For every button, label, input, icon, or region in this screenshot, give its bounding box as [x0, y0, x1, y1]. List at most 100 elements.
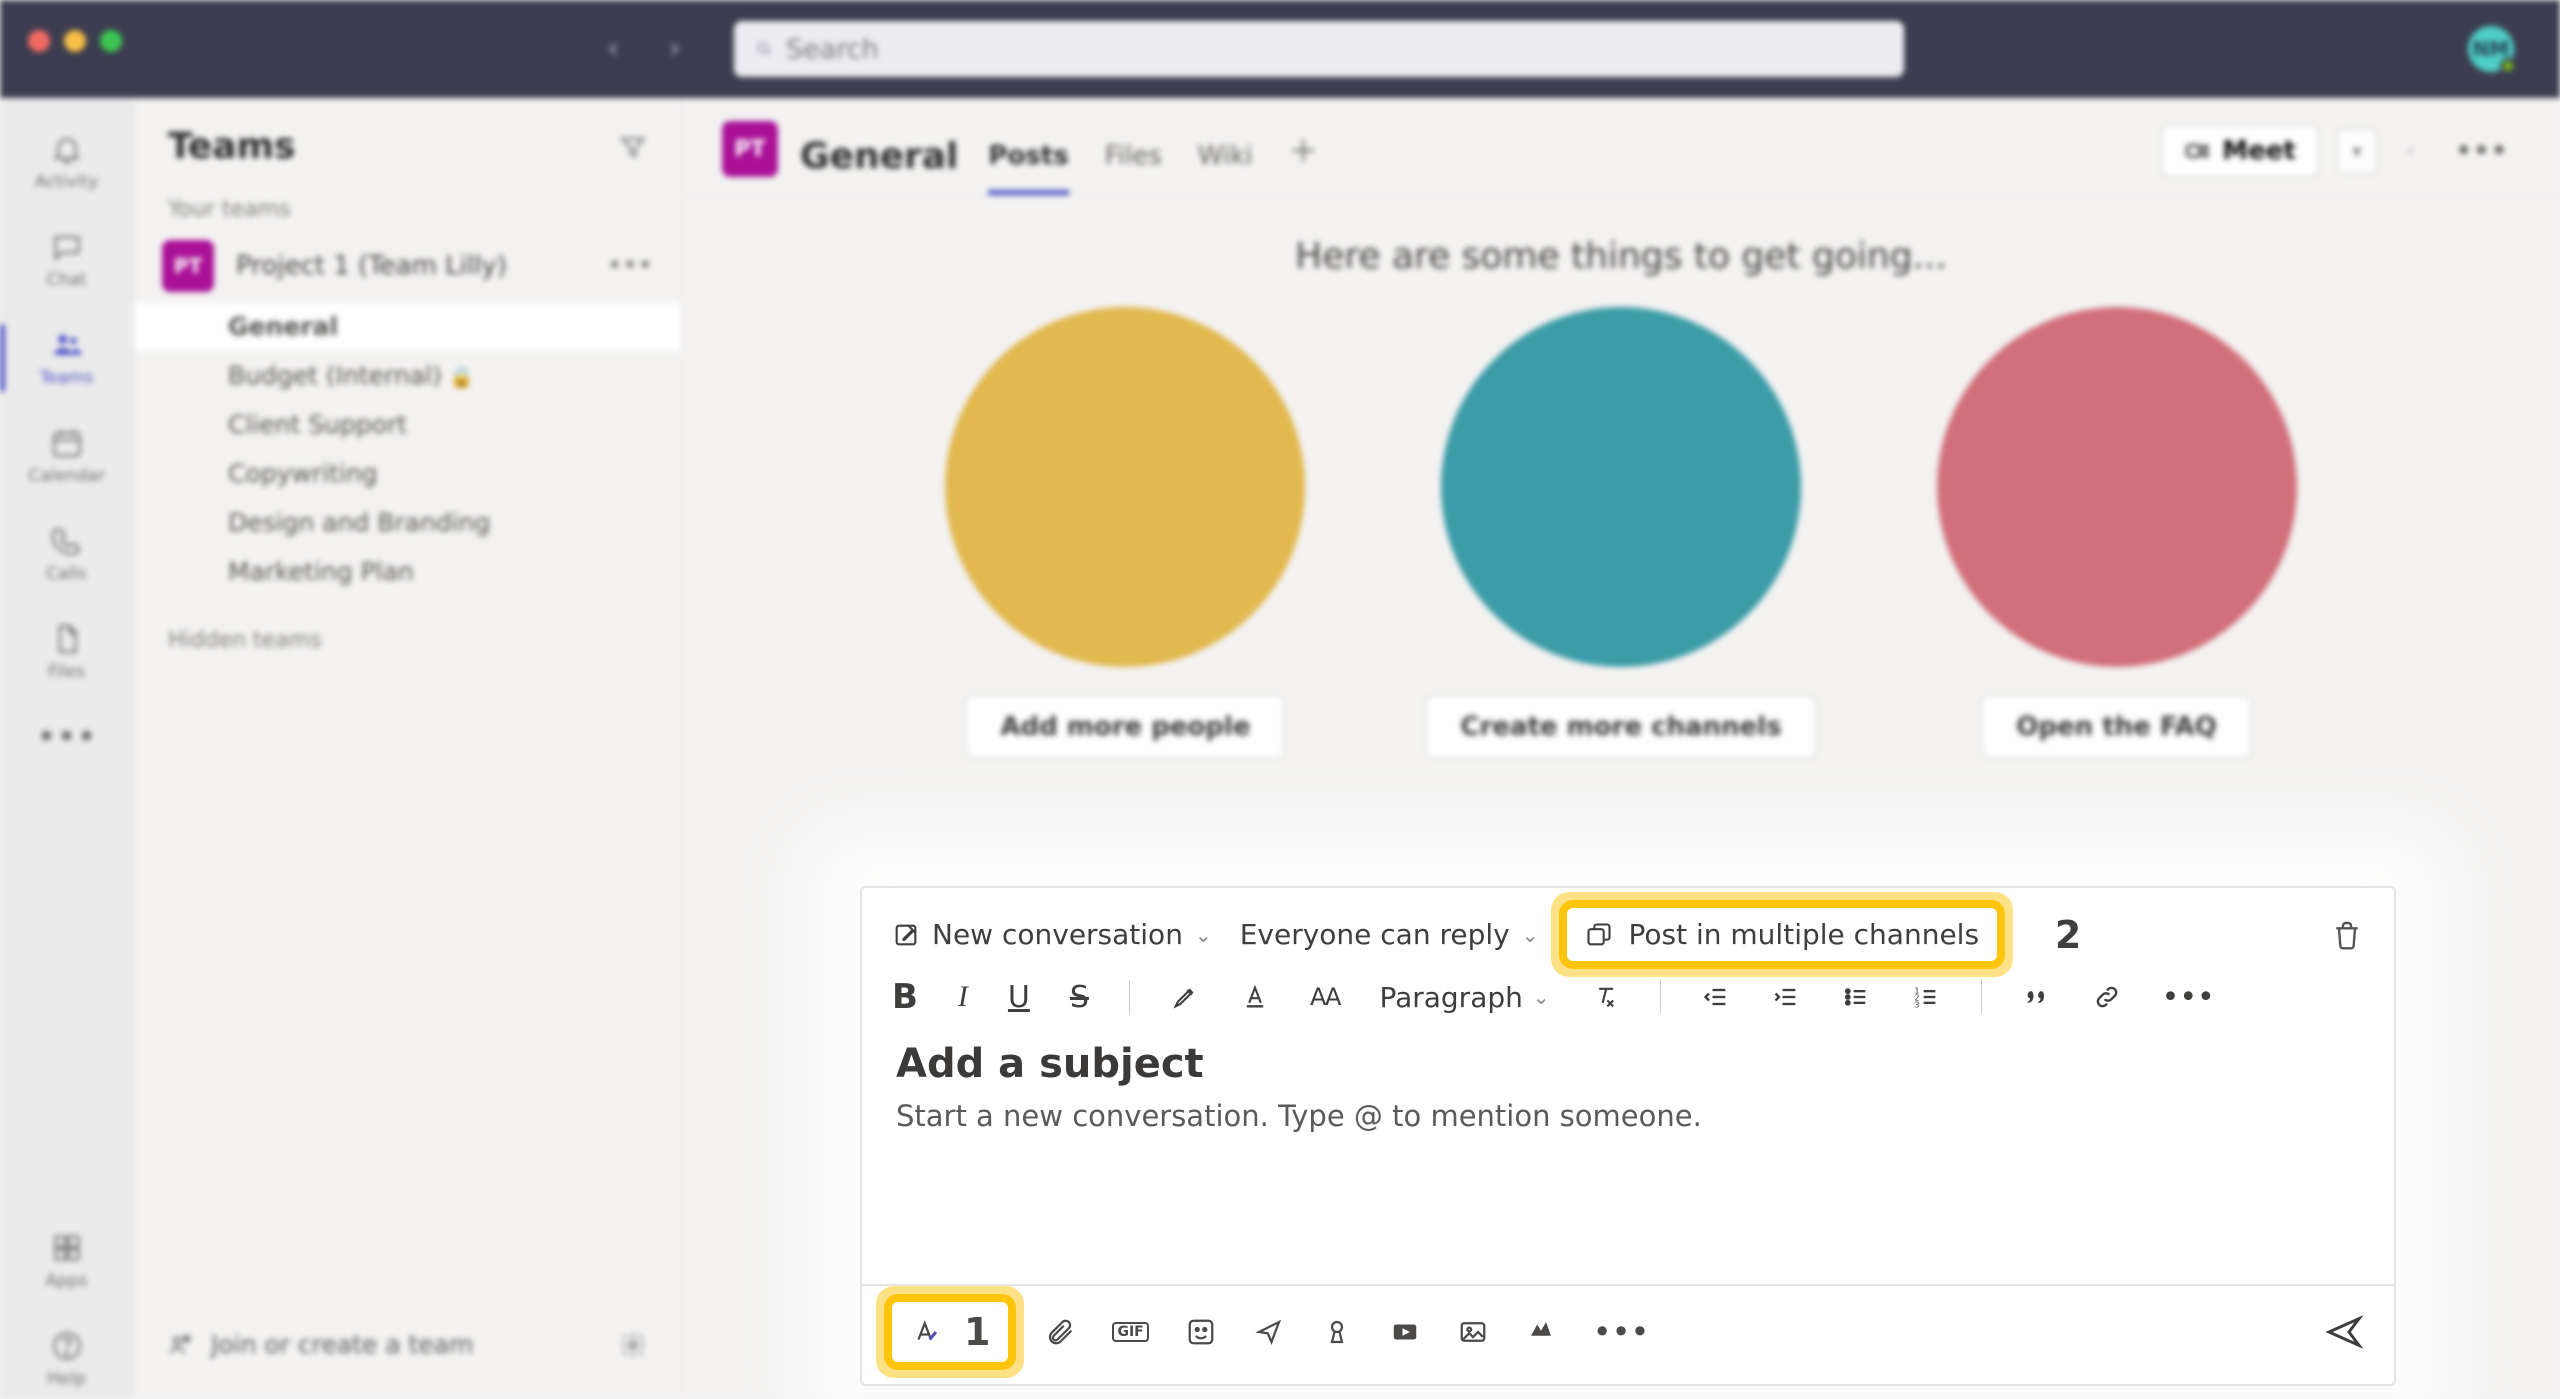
numbered-list-icon[interactable]: 123 [1911, 982, 1941, 1012]
quote-icon[interactable] [2022, 982, 2052, 1012]
reply-permissions-dropdown[interactable]: Everyone can reply ⌄ [1240, 918, 1539, 951]
create-channels-button[interactable]: Create more channels [1425, 695, 1816, 759]
chevron-down-icon: ⌄ [1533, 985, 1550, 1009]
nav-arrows[interactable] [606, 41, 682, 57]
team-row[interactable]: PT Project 1 (Team Lilly) ••• [134, 230, 681, 302]
format-toggle-button[interactable]: 1 [892, 1302, 1008, 1362]
zoom-icon[interactable] [100, 30, 122, 52]
search-box[interactable] [734, 21, 1904, 77]
font-color-icon[interactable] [1240, 982, 1270, 1012]
meet-button[interactable]: Meet [2161, 125, 2319, 177]
search-input[interactable] [786, 34, 1882, 65]
rail-label: Files [48, 662, 85, 682]
ellipsis-icon: ••• [36, 720, 96, 754]
tab-files[interactable]: Files [1105, 141, 1162, 195]
sticker-icon[interactable] [1253, 1316, 1285, 1348]
tile-create-channels: Create more channels [1425, 307, 1816, 759]
strike-button[interactable]: S [1070, 980, 1089, 1015]
indent-icon[interactable] [1771, 982, 1801, 1012]
stream-icon[interactable] [1389, 1316, 1421, 1348]
font-size-button[interactable]: AA [1310, 983, 1340, 1011]
channel-label: Marketing Plan [228, 557, 414, 586]
callout-2: 2 [2033, 913, 2103, 957]
subject-placeholder: Add a subject [896, 1041, 1204, 1087]
bulleted-list-icon[interactable] [1841, 982, 1871, 1012]
tab-posts[interactable]: Posts [988, 141, 1068, 195]
minimize-icon[interactable] [64, 30, 86, 52]
calendar-icon [50, 426, 84, 460]
message-body-input[interactable]: Start a new conversation. Type @ to ment… [862, 1089, 2394, 1143]
tile-open-faq: Open the FAQ [1937, 307, 2297, 759]
open-faq-button[interactable]: Open the FAQ [1981, 695, 2252, 759]
more-formatting-icon[interactable]: ••• [2162, 980, 2215, 1015]
more-actions-icon[interactable]: ••• [1593, 1313, 1650, 1351]
join-team-icon[interactable] [168, 1332, 193, 1357]
italic-button[interactable]: I [958, 980, 968, 1014]
more-icon[interactable]: ••• [2443, 126, 2520, 177]
outdent-icon[interactable] [1701, 982, 1731, 1012]
channel-avatar: PT [722, 121, 778, 177]
channel-client-support[interactable]: Client Support [134, 400, 681, 449]
gif-button[interactable]: GIF [1112, 1322, 1148, 1342]
bold-button[interactable]: B [892, 977, 918, 1017]
forward-icon[interactable] [666, 41, 682, 57]
add-tab-button[interactable]: ＋ [1288, 127, 1318, 195]
channel-copywriting[interactable]: Copywriting [134, 449, 681, 498]
channel-marketing-plan[interactable]: Marketing Plan [134, 547, 681, 596]
svg-text:3: 3 [1914, 1000, 1919, 1010]
conversation-type-dropdown[interactable]: New conversation ⌄ [892, 918, 1212, 951]
rail-calls[interactable]: Calls [0, 514, 133, 594]
back-icon[interactable] [606, 41, 622, 57]
info-icon[interactable] [2395, 136, 2425, 166]
gear-icon[interactable] [619, 1331, 647, 1359]
teams-sidebar: Teams Your teams PT Project 1 (Team Lill… [134, 98, 682, 1399]
channel-name: General [800, 136, 958, 177]
profile-avatar[interactable]: NM [2468, 26, 2514, 72]
post-multiple-channels-button[interactable]: Post in multiple channels [1567, 908, 1998, 961]
rail-teams[interactable]: Teams [0, 318, 133, 398]
rail-files[interactable]: Files [0, 612, 133, 692]
close-icon[interactable] [28, 30, 50, 52]
highlight-icon[interactable] [1170, 982, 1200, 1012]
apps-icon [50, 1231, 84, 1265]
clear-formatting-icon[interactable] [1590, 982, 1620, 1012]
rail-more[interactable]: ••• [0, 710, 133, 764]
add-people-button[interactable]: Add more people [965, 695, 1285, 759]
compose-icon [892, 921, 920, 949]
channel-tabs: Posts Files Wiki ＋ [988, 98, 1318, 195]
rail-label: Chat [47, 270, 87, 290]
rail-calendar[interactable]: Calendar [0, 416, 133, 496]
rail-chat[interactable]: Chat [0, 220, 133, 300]
ellipsis-icon[interactable]: ••• [607, 251, 653, 281]
channel-general[interactable]: General [134, 302, 681, 351]
divider [1129, 980, 1130, 1014]
sidebar-footer: Join or create a team [134, 1306, 681, 1399]
paragraph-style-dropdown[interactable]: Paragraph ⌄ [1379, 981, 1549, 1014]
join-team-label[interactable]: Join or create a team [211, 1330, 473, 1359]
rail-help[interactable]: Help [0, 1319, 133, 1399]
link-icon[interactable] [2092, 982, 2122, 1012]
rail-label: Help [47, 1369, 86, 1389]
formatting-toolbar: B I U S AA Paragraph ⌄ 123 ••• [862, 969, 2394, 1031]
rail-activity[interactable]: Activity [0, 122, 133, 202]
filter-icon[interactable] [619, 133, 647, 161]
tab-wiki[interactable]: Wiki [1198, 141, 1253, 195]
channel-budget[interactable]: Budget (Internal)🔒 [134, 351, 681, 400]
hidden-teams-label[interactable]: Hidden teams [134, 616, 681, 661]
file-icon [50, 622, 84, 656]
send-button[interactable] [2324, 1312, 2364, 1352]
rail-apps[interactable]: Apps [0, 1221, 133, 1301]
emoji-icon[interactable] [1185, 1316, 1217, 1348]
praise-icon[interactable] [1321, 1316, 1353, 1348]
underline-button[interactable]: U [1008, 980, 1030, 1015]
subject-input[interactable]: Add a subject [862, 1031, 2394, 1089]
rail-label: Calendar [28, 466, 104, 486]
channel-design-branding[interactable]: Design and Branding [134, 498, 681, 547]
delete-icon[interactable] [2330, 918, 2364, 952]
app-icon[interactable] [1525, 1316, 1557, 1348]
window-controls[interactable] [28, 30, 122, 52]
image-icon[interactable] [1457, 1316, 1489, 1348]
meet-dropdown[interactable]: ▾ [2337, 128, 2377, 174]
attach-icon[interactable] [1044, 1316, 1076, 1348]
people-icon [50, 328, 84, 362]
